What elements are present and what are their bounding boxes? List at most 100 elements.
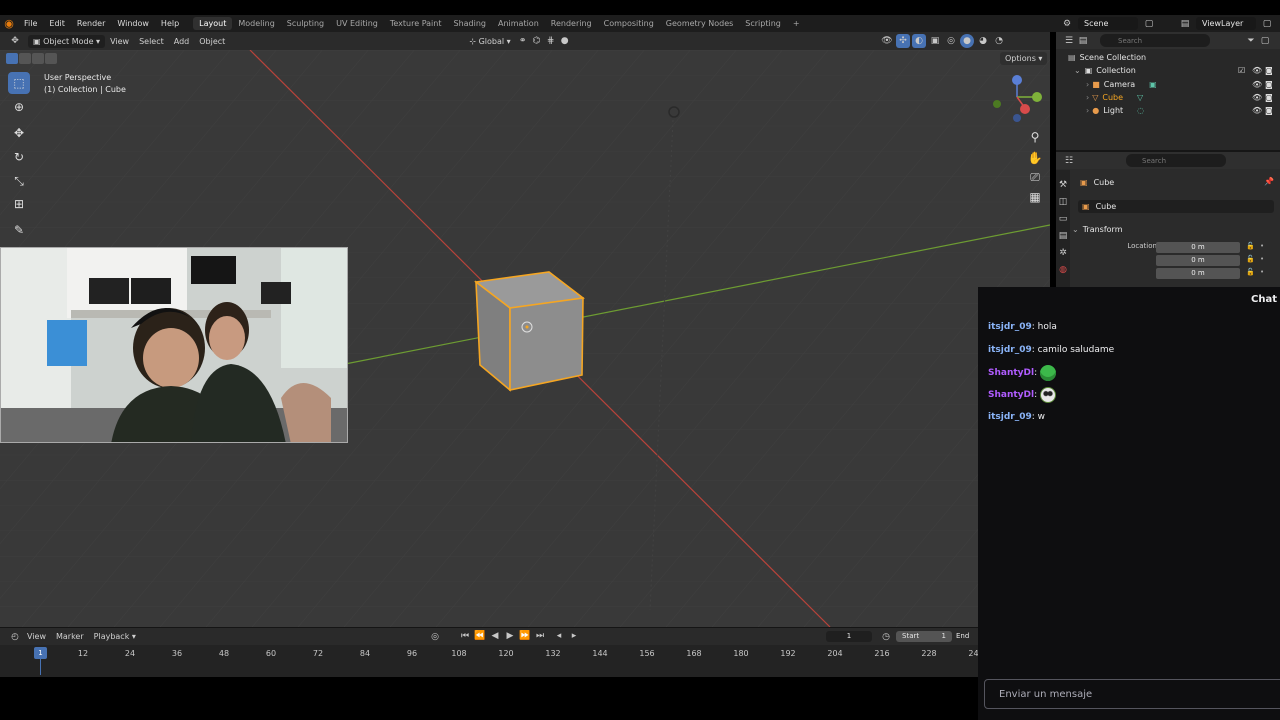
menu-add[interactable]: Add (169, 35, 195, 48)
jump-end-icon[interactable]: ⏭ (533, 629, 547, 643)
tab-compositing[interactable]: Compositing (598, 17, 660, 30)
cursor-tool-icon[interactable]: ⊕ (8, 96, 30, 118)
chevron-right-icon[interactable]: › (1086, 93, 1089, 102)
select-new-icon[interactable] (6, 53, 18, 64)
timeline-editor-icon[interactable]: ◴ (8, 630, 22, 644)
outliner-item-camera[interactable]: › ■ Camera ▣ 👁 ◙ (1056, 78, 1280, 91)
pivot-icon[interactable]: ⚭ (516, 34, 530, 48)
gizmo-icon[interactable]: ✣ (896, 34, 910, 48)
overlay-icon[interactable]: ◐ (912, 34, 926, 48)
tab-shading[interactable]: Shading (447, 17, 492, 30)
prev-marker-icon[interactable]: ◂ (552, 629, 566, 643)
select-subtract-icon[interactable] (32, 53, 44, 64)
zoom-icon[interactable]: ⚲ (1024, 126, 1046, 148)
wireframe-shading-icon[interactable]: ◎ (944, 34, 958, 48)
chat-username[interactable]: itsjdr_09 (988, 322, 1032, 332)
jump-start-icon[interactable]: ⏮ (458, 629, 472, 643)
lock-icon[interactable]: 🔓 (1246, 268, 1255, 276)
select-extend-icon[interactable] (19, 53, 31, 64)
camera-visibility-icon[interactable]: 👁 (1252, 80, 1262, 89)
render-tab-icon[interactable]: ◫ (1056, 197, 1070, 207)
tab-animation[interactable]: Animation (492, 17, 545, 30)
prev-keyframe-icon[interactable]: ⏪ (473, 629, 487, 643)
properties-search-input[interactable]: Search (1126, 154, 1226, 167)
collection-render-icon[interactable]: ◙ (1265, 66, 1273, 75)
object-name-field[interactable]: ▣ Cube (1078, 200, 1274, 213)
transform-tool-icon[interactable]: ⊞ (8, 193, 30, 215)
next-marker-icon[interactable]: ▸ (567, 629, 581, 643)
new-scene-icon[interactable]: ▢ (1142, 17, 1156, 31)
new-viewlayer-icon[interactable]: ▢ (1260, 17, 1274, 31)
tool-tab-icon[interactable]: ⚒ (1056, 180, 1070, 190)
tab-rendering[interactable]: Rendering (545, 17, 598, 30)
new-collection-icon[interactable]: ▢ (1258, 34, 1272, 48)
lock-icon[interactable]: 🔓 (1246, 255, 1255, 263)
xray-icon[interactable]: ▣ (928, 34, 942, 48)
timeline-menu-marker[interactable]: Marker (51, 630, 89, 643)
menu-window[interactable]: Window (111, 19, 155, 28)
location-x-field[interactable]: 0 m (1156, 242, 1240, 253)
chat-username[interactable]: ShantyDl (988, 368, 1034, 378)
mode-dropdown[interactable]: ▣ Object Mode ▾ (28, 34, 106, 48)
scale-tool-icon[interactable]: ⤡ (8, 170, 30, 192)
play-icon[interactable]: ▶ (503, 629, 517, 643)
tab-texture-paint[interactable]: Texture Paint (384, 17, 448, 30)
chat-message-input[interactable]: Enviar un mensaje (984, 679, 1280, 709)
chat-username[interactable]: ShantyDl (988, 390, 1034, 400)
camera-render-icon[interactable]: ◙ (1265, 80, 1273, 89)
camera-view-icon[interactable]: ⎚ (1024, 166, 1046, 188)
location-y-field[interactable]: 0 m (1156, 255, 1240, 266)
menu-view[interactable]: View (105, 35, 134, 48)
annotate-tool-icon[interactable]: ✎ (8, 219, 30, 241)
pin-icon[interactable]: 📌 (1264, 177, 1274, 186)
chevron-down-icon[interactable]: ⌄ (1074, 66, 1081, 75)
outliner-item-cube[interactable]: › ▽ Cube ▽ 👁 ◙ (1056, 91, 1280, 104)
menu-render[interactable]: Render (71, 19, 111, 28)
material-shading-icon[interactable]: ◕ (976, 34, 990, 48)
playhead[interactable]: 1 (34, 647, 47, 659)
cube-visibility-icon[interactable]: 👁 (1252, 93, 1262, 102)
location-z-field[interactable]: 0 m (1156, 268, 1240, 279)
chevron-right-icon[interactable]: › (1086, 106, 1089, 115)
tab-layout[interactable]: Layout (193, 17, 233, 30)
snap-target-icon[interactable]: ⋕ (544, 34, 558, 48)
blender-logo-icon[interactable]: ◉ (0, 15, 18, 32)
lock-icon[interactable]: 🔓 (1246, 242, 1255, 250)
chat-username[interactable]: itsjdr_09 (988, 345, 1032, 355)
snap-icon[interactable]: ⌬ (530, 34, 544, 48)
tab-geometry-nodes[interactable]: Geometry Nodes (660, 17, 739, 30)
current-frame-field[interactable]: 1 (826, 631, 872, 642)
orientation-dropdown[interactable]: ⊹ Global ▾ (464, 35, 515, 48)
chat-username[interactable]: itsjdr_09 (988, 412, 1032, 422)
keyframe-dot-icon[interactable]: • (1260, 268, 1264, 276)
select-invert-icon[interactable] (45, 53, 57, 64)
collection-checkbox[interactable]: ☑ (1238, 66, 1245, 75)
outliner-collection[interactable]: ⌄ ▣ Collection ☑ 👁 ◙ (1056, 64, 1280, 77)
viewlayer-selector[interactable]: ▤ ViewLayer ▢ (1178, 15, 1274, 32)
select-tool-icon[interactable]: ⬚ (8, 72, 30, 94)
keyframe-dot-icon[interactable]: • (1260, 255, 1264, 263)
proportional-edit-icon[interactable]: ● (558, 34, 572, 48)
start-frame-field[interactable]: Start 1 (896, 631, 952, 642)
end-label[interactable]: End (956, 632, 969, 640)
scene-selector[interactable]: ⚙ Scene ▢ (1060, 15, 1156, 32)
next-keyframe-icon[interactable]: ⏩ (518, 629, 532, 643)
light-render-icon[interactable]: ◙ (1265, 106, 1273, 115)
timeline-menu-playback[interactable]: Playback ▾ (89, 630, 141, 643)
editor-type-icon[interactable]: ✥ (8, 34, 22, 48)
view-layer-tab-icon[interactable]: ▤ (1056, 231, 1070, 241)
filter-icon[interactable]: ⏷ (1244, 34, 1258, 48)
scene-name[interactable]: Scene (1078, 17, 1138, 30)
transform-panel-header[interactable]: ⌄ Transform (1072, 222, 1280, 236)
options-dropdown[interactable]: Options ▾ (1000, 52, 1048, 65)
keyframe-dot-icon[interactable]: • (1260, 242, 1264, 250)
rotate-tool-icon[interactable]: ↻ (8, 146, 30, 168)
properties-editor-icon[interactable]: ☷ (1062, 154, 1076, 168)
play-reverse-icon[interactable]: ◀ (488, 629, 502, 643)
add-workspace-button[interactable]: + (787, 17, 806, 30)
menu-help[interactable]: Help (155, 19, 185, 28)
viewlayer-name[interactable]: ViewLayer (1196, 17, 1256, 30)
collection-visibility-icon[interactable]: 👁 (1252, 66, 1262, 75)
tab-sculpting[interactable]: Sculpting (281, 17, 330, 30)
outliner-editor-icon[interactable]: ☰ (1062, 34, 1076, 48)
